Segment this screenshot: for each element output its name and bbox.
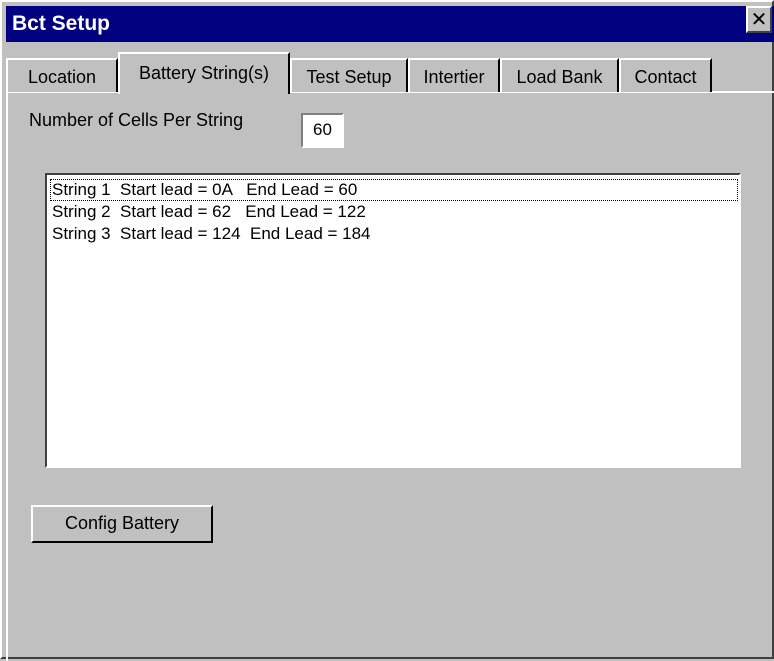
cells-per-string-label: Number of Cells Per String — [29, 110, 244, 130]
list-item[interactable]: String 1 Start lead = 0A End Lead = 60 — [50, 179, 738, 201]
list-item[interactable]: String 2 Start lead = 62 End Lead = 122 — [50, 201, 366, 223]
tab-label: Load Bank — [516, 67, 603, 87]
window-title: Bct Setup — [12, 12, 111, 35]
tab-test-setup[interactable]: Test Setup — [290, 58, 408, 92]
config-battery-button[interactable]: Config Battery — [31, 505, 213, 543]
close-button[interactable]: ✕ — [746, 6, 772, 33]
tab-load-bank[interactable]: Load Bank — [500, 58, 619, 92]
tab-contact[interactable]: Contact — [619, 58, 712, 92]
cells-per-string-input[interactable]: 60 — [301, 113, 344, 148]
tab-label: Test Setup — [306, 67, 392, 87]
tab-location[interactable]: Location — [6, 58, 118, 92]
title-bar[interactable]: Bct Setup — [6, 6, 774, 42]
bct-setup-dialog: Bct Setup ✕ Location Battery String(s) T… — [0, 0, 774, 661]
config-battery-label: Config Battery — [64, 513, 180, 533]
tab-label: Intertier — [423, 67, 485, 87]
close-icon: ✕ — [750, 9, 768, 31]
tab-battery-strings[interactable]: Battery String(s) — [118, 52, 290, 94]
list-item[interactable]: String 3 Start lead = 124 End Lead = 184 — [50, 223, 371, 245]
tab-label: Contact — [634, 67, 697, 87]
tab-intertier[interactable]: Intertier — [408, 58, 500, 92]
tab-label: Location — [27, 67, 97, 87]
tab-label: Battery String(s) — [138, 63, 270, 83]
battery-strings-list[interactable]: String 1 Start lead = 0A End Lead = 60 S… — [45, 173, 741, 468]
